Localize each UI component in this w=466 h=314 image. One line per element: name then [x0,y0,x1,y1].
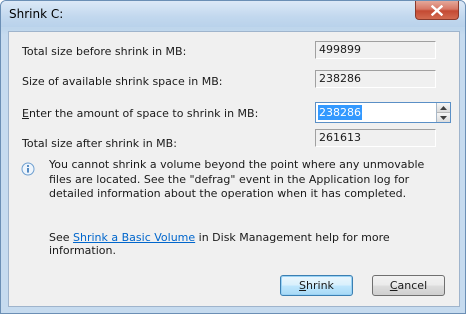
spin-up-button[interactable] [437,103,450,113]
spin-down-button[interactable] [437,113,450,122]
total-size-before-label: Total size before shrink in MB: [22,45,187,58]
help-prefix: See [49,231,74,244]
enter-amount-label: Enter the amount of space to shrink in M… [22,107,258,120]
cancel-button[interactable]: Cancel [372,275,445,296]
shrink-dialog: Shrink C: Total size before shrink in MB… [0,0,466,314]
shrink-label: hrink [306,279,334,292]
shrink-button[interactable]: Shrink [280,275,353,296]
enter-amount-accel: E [22,107,29,120]
close-button[interactable] [415,1,459,20]
cancel-label: ancel [397,279,428,292]
total-size-after-label: Total size after shrink in MB: [22,137,177,150]
close-icon [431,4,443,16]
info-message: You cannot shrink a volume beyond the po… [49,158,425,200]
available-shrink-label: Size of available shrink space in MB: [22,75,223,88]
chevron-down-icon [440,115,447,120]
shrink-amount-input[interactable]: 238286 [318,105,362,120]
spin-buttons [436,103,450,122]
dialog-body: Total size before shrink in MB: 499899 S… [8,31,460,307]
help-line: See Shrink a Basic Volume in Disk Manage… [49,231,459,257]
cancel-accel: C [389,279,398,292]
total-size-after-value: 261613 [315,129,436,147]
shrink-amount-spinbox[interactable]: 238286 [315,102,451,123]
shrink-accel: S [299,279,307,292]
title-bar[interactable]: Shrink C: [1,1,465,27]
info-icon [21,162,35,176]
available-shrink-value: 238286 [315,70,436,88]
chevron-up-icon [440,105,447,110]
total-size-before-value: 499899 [315,41,436,59]
window-title: Shrink C: [9,7,64,21]
enter-amount-label-text: nter the amount of space to shrink in MB… [28,107,259,120]
shrink-basic-volume-link[interactable]: Shrink a Basic Volume [73,231,195,244]
